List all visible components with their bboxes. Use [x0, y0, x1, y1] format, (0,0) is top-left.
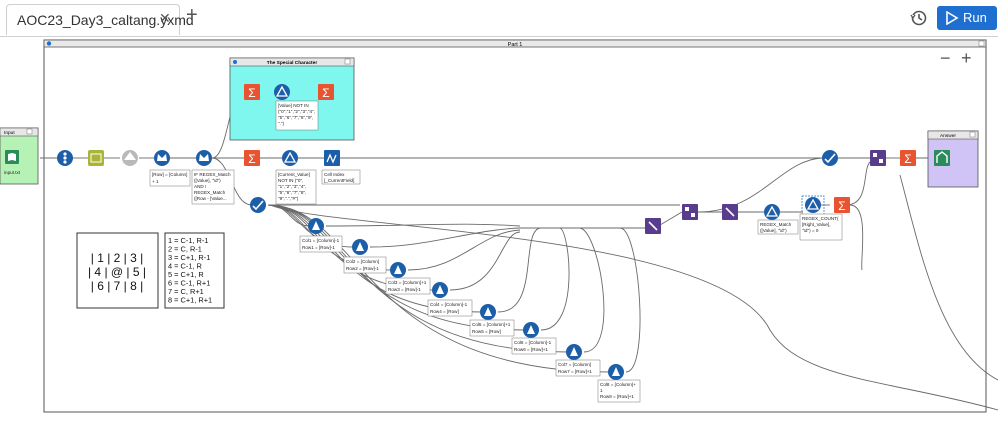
run-button[interactable]: Run [937, 6, 997, 30]
record-split-icon[interactable] [250, 197, 266, 213]
text-to-columns-icon[interactable] [88, 150, 104, 166]
grid-comment: | 1 | 2 | 3 | | 4 | @ | 5 | | 6 | 7 | 8 … [76, 232, 159, 309]
collapse-icon[interactable] [46, 41, 52, 46]
zoom-out-button[interactable]: − [940, 48, 951, 68]
mapping-comment: 1 = C-1, R-1 2 = C, R-1 3 = C+1, R-1 4 =… [164, 232, 225, 309]
close-tab-icon[interactable]: ✕ [159, 10, 171, 27]
container-part1-title: Part 1 [508, 42, 523, 48]
history-icon[interactable] [910, 9, 928, 27]
summarize-final-icon[interactable]: Σ [900, 150, 916, 166]
container-answer-title: Answer [940, 133, 956, 139]
canvas-drawing: Part 1 − + Input input.txt Σ Σ Answer Th… [0, 39, 998, 413]
container-answer[interactable]: Answer [927, 130, 979, 188]
input-tool-label: input.txt [4, 170, 21, 175]
svg-text:Σ: Σ [838, 199, 845, 213]
join-multiple-icon[interactable] [682, 204, 698, 220]
svg-text:Σ: Σ [248, 152, 255, 166]
run-label: Run [963, 10, 987, 25]
container-special-title: The Special Character [267, 60, 318, 66]
container-special[interactable]: The Special Character Σ Σ [Value] NOT IN… [229, 57, 355, 141]
tab-bar: AOC23_Day3_caltang.yxmd ✕ + Run [0, 0, 998, 37]
cell-index-label: Cell Index [_CurrentField] [321, 169, 361, 185]
svg-text:| 6 | 7 | 8 |: | 6 | 7 | 8 | [91, 279, 144, 293]
filter-icon[interactable] [282, 150, 298, 166]
zoom-in-button[interactable]: + [961, 48, 972, 68]
workflow-canvas[interactable]: Part 1 − + Input input.txt Σ Σ Answer Th… [0, 37, 998, 422]
record-id-icon[interactable] [122, 150, 138, 166]
regex-formula-icon[interactable] [196, 150, 212, 166]
container-input-title: Input [4, 130, 15, 136]
svg-text:Σ: Σ [904, 152, 911, 166]
summarize-icon[interactable]: Σ [244, 150, 260, 166]
summarize-right-icon[interactable]: Σ [834, 197, 850, 213]
workflow-tab[interactable]: AOC23_Day3_caltang.yxmd ✕ [6, 4, 194, 35]
play-icon [946, 11, 959, 25]
container-input[interactable]: Input input.txt [0, 127, 39, 185]
select-records-icon[interactable] [57, 150, 73, 166]
svg-text:Σ: Σ [248, 86, 255, 100]
formula-right-icon[interactable] [822, 150, 838, 166]
add-tab-button[interactable]: + [186, 5, 198, 25]
multi-row-formula-icon[interactable] [154, 150, 170, 166]
regex-formula-label: IF REGEX_Match ([Value], "\d") AND ! REG… [191, 169, 235, 205]
append-icon[interactable] [722, 204, 738, 220]
svg-text:| 1 | 2 | 3 |: | 1 | 2 | 3 | [91, 251, 144, 265]
cell-index-icon[interactable] [324, 150, 340, 166]
join-icon[interactable] [870, 150, 886, 166]
row-formula-label: [Row] = [Column] + 1 [149, 169, 191, 187]
svg-text:| 4 | @ | 5 |: | 4 | @ | 5 | [88, 265, 146, 279]
svg-text:Σ: Σ [322, 86, 329, 100]
symbol-filter-label: [Current_Value] NOT IN ("0", "1","2","3"… [275, 169, 317, 205]
union-icon[interactable] [645, 218, 661, 234]
